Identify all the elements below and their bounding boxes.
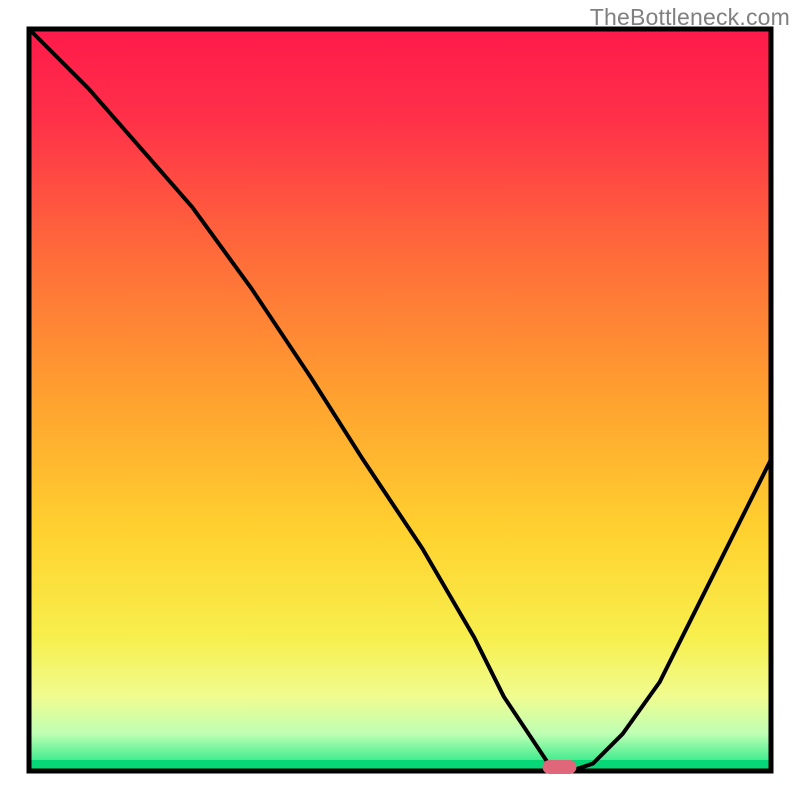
plot-area xyxy=(29,29,771,771)
gradient-background xyxy=(29,29,771,771)
optimal-marker xyxy=(543,760,577,774)
watermark-text: TheBottleneck.com xyxy=(590,4,790,31)
bottleneck-chart xyxy=(0,0,800,800)
chart-canvas: TheBottleneck.com xyxy=(0,0,800,800)
